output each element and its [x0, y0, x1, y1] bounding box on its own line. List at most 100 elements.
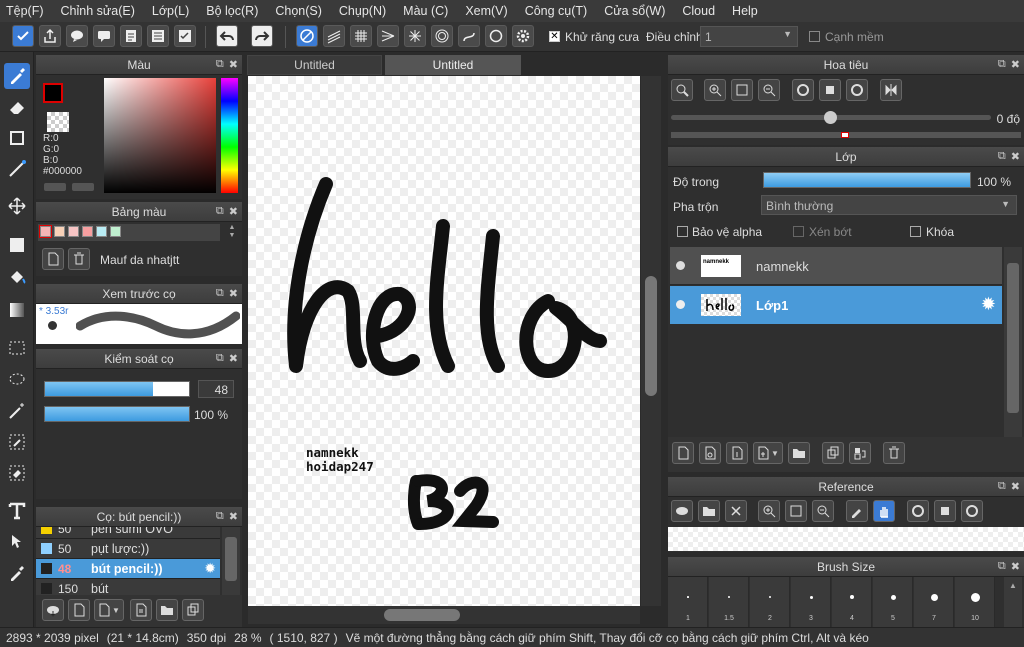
- cloud-brush-icon[interactable]: [42, 599, 64, 621]
- menu-color[interactable]: Màu (C): [403, 4, 448, 18]
- new-layer-icon[interactable]: [672, 442, 694, 464]
- close-icon[interactable]: ✖: [1011, 480, 1020, 493]
- hue-slider[interactable]: [221, 78, 238, 193]
- brush-size-scrollbar[interactable]: ▲: [1004, 577, 1022, 627]
- menu-view[interactable]: Xem(V): [465, 4, 507, 18]
- palette-swatch[interactable]: [110, 226, 121, 237]
- zoom-icon[interactable]: [671, 79, 693, 101]
- brush-menu-icon[interactable]: ▼: [94, 599, 124, 621]
- settings-icon[interactable]: [512, 25, 534, 47]
- rotate-left-icon[interactable]: [792, 79, 814, 101]
- brush-size-cell[interactable]: 1.5: [709, 577, 749, 627]
- undock-icon[interactable]: ⧉: [216, 352, 224, 365]
- delete-layer-icon[interactable]: [883, 442, 905, 464]
- palette-scroll[interactable]: ▲ ▼: [226, 224, 238, 241]
- new-palette-icon[interactable]: [42, 248, 64, 270]
- brush-size-cell[interactable]: 2: [750, 577, 790, 627]
- fit-screen-icon[interactable]: [785, 500, 807, 522]
- undock-icon[interactable]: ⧉: [216, 205, 224, 218]
- color-mode-button[interactable]: [44, 183, 66, 191]
- snap-grid-icon[interactable]: [350, 25, 372, 47]
- lasso-tool-icon[interactable]: [4, 367, 30, 393]
- brush-item-selected[interactable]: 48 bút pencil:)) ✹: [36, 559, 220, 579]
- chat-icon[interactable]: [93, 25, 115, 47]
- palette-swatch[interactable]: [82, 226, 93, 237]
- magic-wand-tool-icon[interactable]: [4, 398, 30, 424]
- brush-item[interactable]: 50 pụt lược:)): [36, 539, 220, 559]
- share-icon[interactable]: [39, 25, 61, 47]
- add-layer-menu-icon[interactable]: ▼: [753, 442, 783, 464]
- brush-item[interactable]: 50 pen sumi OVO: [36, 527, 220, 539]
- close-icon[interactable]: ✖: [229, 352, 238, 365]
- close-icon[interactable]: ✖: [229, 58, 238, 71]
- menu-cloud[interactable]: Cloud: [682, 4, 715, 18]
- brush-size-slider[interactable]: [44, 381, 190, 397]
- saturation-value-picker[interactable]: [104, 78, 216, 193]
- cloud-reference-icon[interactable]: [671, 500, 693, 522]
- undock-icon[interactable]: ⧉: [216, 58, 224, 71]
- canvas-horizontal-scrollbar[interactable]: [248, 606, 640, 624]
- zoom-out-icon[interactable]: [812, 500, 834, 522]
- undo-icon[interactable]: [216, 25, 238, 47]
- tab-untitled-2[interactable]: Untitled: [385, 55, 521, 75]
- snap-circle-icon[interactable]: [431, 25, 453, 47]
- close-icon[interactable]: ✖: [1011, 58, 1020, 71]
- text-tool-icon[interactable]: [4, 498, 30, 524]
- menu-filter[interactable]: Bộ lọc(R): [206, 4, 258, 18]
- background-color-swatch[interactable]: [47, 112, 69, 132]
- brush-folder-icon[interactable]: [156, 599, 178, 621]
- operation-tool-icon[interactable]: [4, 529, 30, 555]
- zoom-in-icon[interactable]: [704, 79, 726, 101]
- open-reference-icon[interactable]: [698, 500, 720, 522]
- undock-icon[interactable]: ⧉: [216, 510, 224, 523]
- flip-horizontal-icon[interactable]: [880, 79, 902, 101]
- menu-file[interactable]: Tệp(F): [6, 4, 44, 18]
- menu-window[interactable]: Cửa sổ(W): [604, 4, 665, 18]
- brush-size-cell[interactable]: 4: [832, 577, 872, 627]
- eye-icon[interactable]: [676, 300, 685, 309]
- foreground-color-swatch[interactable]: [43, 83, 63, 103]
- close-icon[interactable]: ✖: [229, 287, 238, 300]
- line-tool-icon[interactable]: [4, 156, 30, 182]
- palette-swatch[interactable]: [54, 226, 65, 237]
- reset-view-icon[interactable]: [934, 500, 956, 522]
- brush-size-cell[interactable]: 1: [668, 577, 708, 627]
- palette-swatch[interactable]: [68, 226, 79, 237]
- select-rect-tool-icon[interactable]: [4, 335, 30, 361]
- layer-scrollbar[interactable]: [1004, 247, 1022, 437]
- brush-size-value[interactable]: 48: [198, 380, 234, 398]
- rotate-right-icon[interactable]: [961, 500, 983, 522]
- move-tool-icon[interactable]: [4, 193, 30, 219]
- undock-icon[interactable]: ⧉: [998, 150, 1006, 163]
- menu-edit[interactable]: Chỉnh sửa(E): [61, 4, 135, 18]
- layer-folder-icon[interactable]: [788, 442, 810, 464]
- hand-icon[interactable]: [873, 500, 895, 522]
- menu-help[interactable]: Help: [732, 4, 758, 18]
- reference-image-area[interactable]: [668, 527, 1024, 551]
- layer-opacity-slider[interactable]: [763, 172, 971, 188]
- eye-icon[interactable]: [676, 261, 685, 270]
- gear-icon[interactable]: ✹: [204, 560, 216, 577]
- duplicate-brush-icon[interactable]: [182, 599, 204, 621]
- undock-icon[interactable]: ⧉: [998, 58, 1006, 71]
- snap-off-icon[interactable]: [296, 25, 318, 47]
- palette-swatch[interactable]: [96, 226, 107, 237]
- undock-icon[interactable]: ⧉: [216, 287, 224, 300]
- adjust-select[interactable]: 1 ▼: [700, 26, 798, 47]
- zoom-in-icon[interactable]: [758, 500, 780, 522]
- eyedropper-icon[interactable]: [846, 500, 868, 522]
- checklist-icon[interactable]: [174, 25, 196, 47]
- delete-palette-icon[interactable]: [68, 248, 90, 270]
- brush-opacity-slider[interactable]: [44, 406, 190, 422]
- gradient-tool-icon[interactable]: [4, 297, 30, 323]
- new-brush-icon[interactable]: [68, 599, 90, 621]
- undock-icon[interactable]: ⧉: [998, 560, 1006, 573]
- zoom-out-icon[interactable]: [758, 79, 780, 101]
- rotation-slider-handle[interactable]: [824, 111, 837, 124]
- snap-ellipse-icon[interactable]: [485, 25, 507, 47]
- menu-tools[interactable]: Công cụ(T): [525, 4, 588, 18]
- rotate-right-icon[interactable]: [846, 79, 868, 101]
- checkbox-tool-icon[interactable]: [12, 25, 34, 47]
- document-icon[interactable]: [120, 25, 142, 47]
- merge-layer-icon[interactable]: [849, 442, 871, 464]
